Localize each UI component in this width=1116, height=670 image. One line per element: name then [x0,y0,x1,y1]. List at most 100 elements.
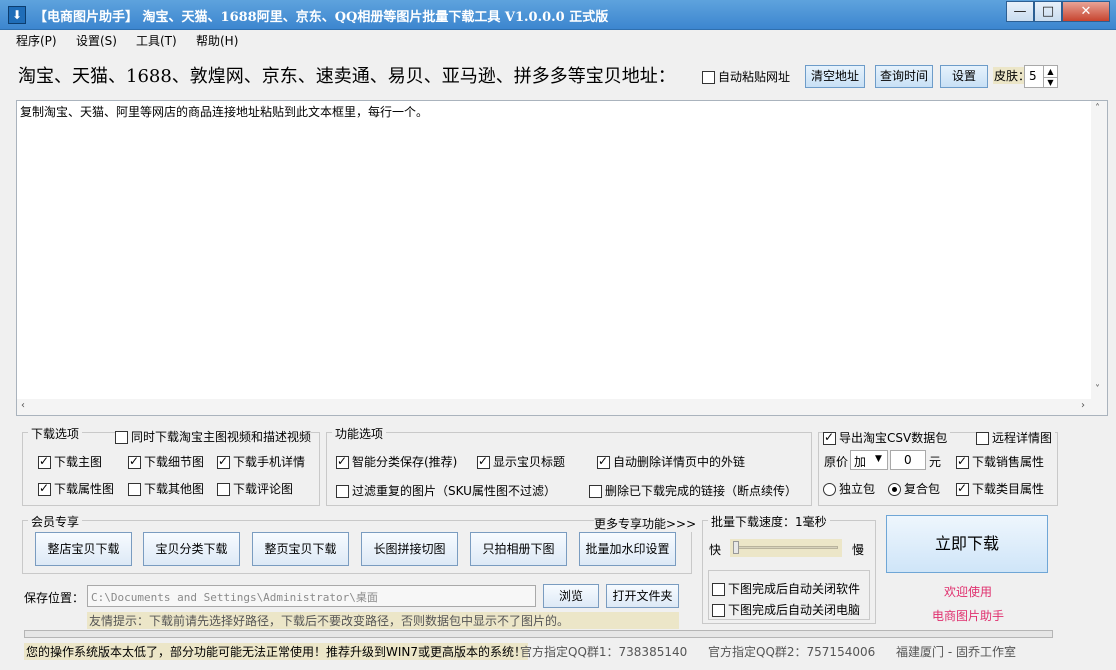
speed-fast-label: 快 [709,543,722,557]
window-title: 【电商图片助手】 淘宝、天猫、1688阿里、京东、QQ相册等图片批量下载工具 V… [34,10,609,25]
category-attr-label: 下载类目属性 [972,482,1045,496]
horizontal-scrollbar[interactable]: ‹ › [17,399,1107,415]
save-tip: 友情提示：下载前请先选择好路径，下载后不要改变路径，否则数据包中显示不了图片的。 [87,612,679,629]
speed-title: 批量下载速度：1毫秒 [708,513,830,530]
long-image-stitch-button[interactable]: 长图拼接切图 [361,532,458,566]
smart-save-label: 智能分类保存(推荐) [352,455,458,469]
slider-thumb[interactable] [733,541,739,554]
function-options-title: 功能选项 [332,425,387,442]
price-value-input[interactable]: 0 [890,450,926,470]
settings-button[interactable]: 设置 [940,65,988,88]
welcome-text: 欢迎使用 [944,585,993,599]
download-options-title: 下载选项 [28,425,83,442]
menu-program[interactable]: 程序(P) [16,32,57,49]
close-pc-checkbox[interactable]: 下图完成后自动关闭电脑 [712,601,860,618]
price-operator-select[interactable]: 加 ▼ [850,450,888,470]
combo-pack-radio[interactable]: 复合包 [888,480,940,497]
other-image-checkbox[interactable]: 下载其他图 [128,480,204,497]
stepper-down-icon[interactable]: ▼ [1043,77,1057,87]
menu-bar: 程序(P) 设置(S) 工具(T) 帮助(H) [0,30,1116,50]
vertical-scrollbar[interactable]: ˄ ˅ [1091,101,1107,400]
checkbox-box [712,604,725,617]
smart-save-checkbox[interactable]: 智能分类保存(推荐) [336,453,457,470]
skin-stepper[interactable]: 5 ▲ ▼ [1024,65,1058,88]
delete-done-label: 删除已下载完成的链接（断点续传） [605,484,798,498]
clear-address-button[interactable]: 清空地址 [805,65,865,88]
qq-group-1: 官方指定QQ群1：738385140 [520,645,688,659]
auto-paste-label: 自动粘贴网址 [718,70,791,84]
price-value: 0 [904,453,912,467]
menu-tools[interactable]: 工具(T) [136,32,177,49]
mobile-detail-checkbox[interactable]: 下载手机详情 [217,453,305,470]
filter-duplicate-checkbox[interactable]: 过滤重复的图片（SKU属性图不过滤） [336,482,556,499]
remote-detail-checkbox[interactable]: 远程详情图 [976,429,1056,446]
whole-shop-download-button[interactable]: 整店宝贝下载 [35,532,132,566]
checkbox-box [477,454,490,469]
sales-attr-label: 下载销售属性 [972,455,1045,469]
chevron-down-icon: ▼ [875,454,882,464]
checkbox-box [128,454,141,469]
category-download-button[interactable]: 宝贝分类下载 [143,532,240,566]
query-time-button[interactable]: 查询时间 [875,65,933,88]
export-csv-checkbox[interactable]: 导出淘宝CSV数据包 [823,429,951,446]
auto-delete-links-label: 自动删除详情页中的外链 [613,455,746,469]
app-download-icon: ⬇ [8,6,26,24]
scroll-down-icon[interactable]: ˅ [1095,384,1100,395]
minimize-button[interactable]: — [1006,1,1034,22]
checkbox-box [823,430,836,445]
checkbox-box [712,583,725,596]
auto-paste-checkbox[interactable]: 自动粘贴网址 [702,68,790,85]
page-download-button[interactable]: 整页宝贝下载 [252,532,349,566]
url-textarea[interactable]: 复制淘宝、天猫、阿里等网店的商品连接地址粘贴到此文本框里，每行一个。 ˄ ˅ ‹… [16,100,1108,416]
checkbox-box [589,485,602,498]
browse-button[interactable]: 浏览 [543,584,599,608]
detail-image-checkbox[interactable]: 下载细节图 [128,453,204,470]
radio-circle [888,483,901,496]
menu-help[interactable]: 帮助(H) [196,32,238,49]
single-pack-radio[interactable]: 独立包 [823,480,875,497]
sales-attr-checkbox[interactable]: 下载销售属性 [956,453,1044,470]
scroll-left-icon[interactable]: ‹ [21,400,25,411]
more-features-link[interactable]: 更多专享功能>>> [594,515,697,532]
watermark-settings-button[interactable]: 批量加水印设置 [579,532,676,566]
speed-slider[interactable] [730,539,842,557]
category-attr-checkbox[interactable]: 下载类目属性 [956,480,1044,497]
main-image-label: 下载主图 [54,455,103,469]
save-path-field[interactable]: C:\Documents and Settings\Administrator\… [87,585,536,607]
auto-delete-links-checkbox[interactable]: 自动删除详情页中的外链 [597,453,745,470]
maximize-button[interactable]: □ [1034,1,1062,22]
main-image-checkbox[interactable]: 下载主图 [38,453,102,470]
close-app-checkbox[interactable]: 下图完成后自动关闭软件 [712,580,860,597]
stepper-up-icon[interactable]: ▲ [1043,66,1057,77]
price-unit: 元 [929,455,942,469]
close-button[interactable]: ✕ [1062,1,1110,22]
checkbox-box [38,454,51,469]
menu-settings[interactable]: 设置(S) [76,32,117,49]
checkbox-box [702,71,715,84]
checkbox-box [956,454,969,469]
album-download-button[interactable]: 只拍相册下图 [470,532,567,566]
address-label: 淘宝、天猫、1688、敦煌网、京东、速卖通、易贝、亚马逊、拼多多等宝贝地址： [18,66,676,87]
comment-image-checkbox[interactable]: 下载评论图 [217,480,293,497]
checkbox-box [976,432,989,445]
open-folder-button[interactable]: 打开文件夹 [606,584,679,608]
scroll-right-icon[interactable]: › [1081,400,1085,411]
delete-done-checkbox[interactable]: 删除已下载完成的链接（断点续传） [589,482,797,499]
scroll-up-icon[interactable]: ˄ [1095,103,1100,114]
checkbox-box [336,485,349,498]
price-label: 原价 [824,455,849,469]
export-csv-label: 导出淘宝CSV数据包 [839,431,948,445]
close-app-label: 下图完成后自动关闭软件 [728,582,861,596]
attr-image-checkbox[interactable]: 下载属性图 [38,480,114,497]
show-title-checkbox[interactable]: 显示宝贝标题 [477,453,565,470]
sync-video-checkbox[interactable]: 同时下载淘宝主图视频和描述视频 [115,428,312,445]
checkbox-box [115,431,128,444]
remote-detail-label: 远程详情图 [992,431,1053,445]
checkbox-box [128,483,141,496]
slider-track [734,546,838,549]
skin-value: 5 [1029,69,1037,83]
radio-circle [823,483,836,496]
mobile-detail-label: 下载手机详情 [233,455,306,469]
os-warning: 您的操作系统版本太低了，部分功能可能无法正常使用！推荐升级到WIN7或更高版本的… [24,643,529,660]
download-now-button[interactable]: 立即下载 [886,515,1048,573]
